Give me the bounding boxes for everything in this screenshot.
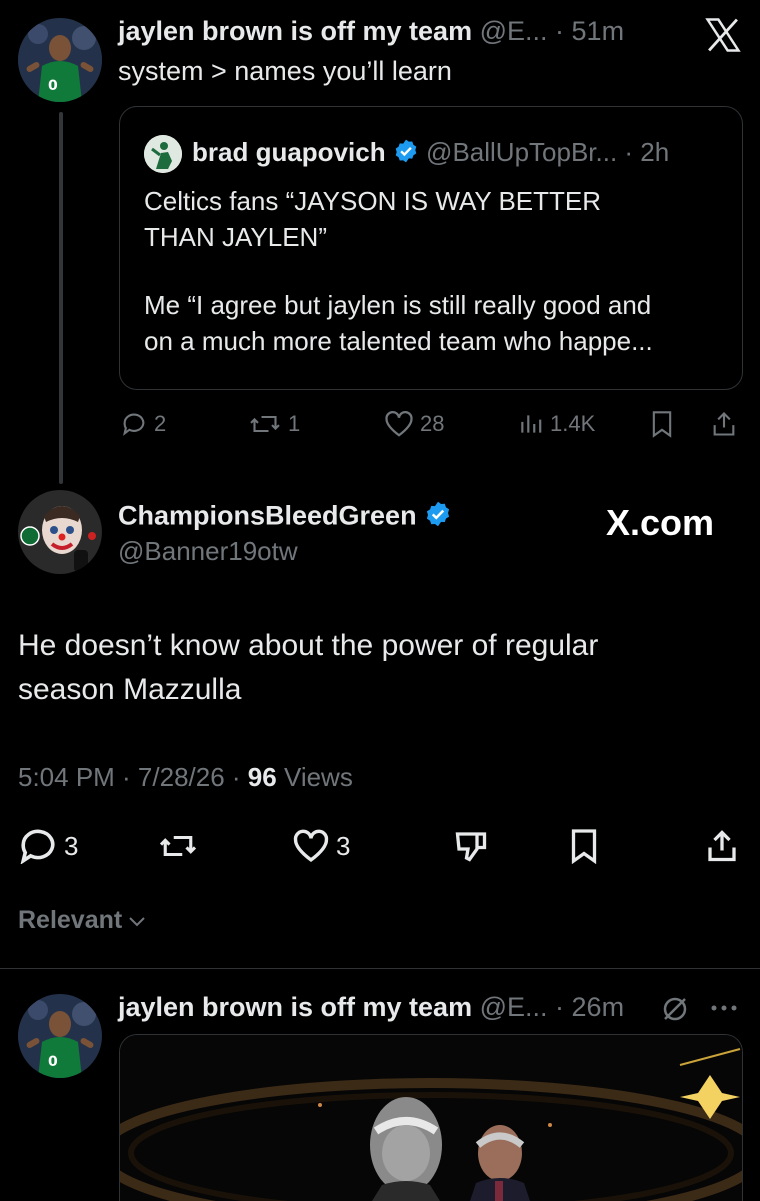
quote-text-line: on a much more talented team who happe..…	[144, 326, 653, 356]
views-count: 96	[247, 762, 277, 792]
repost-button[interactable]: 1	[248, 410, 300, 438]
author-handle[interactable]: @E...	[480, 16, 548, 46]
views-count: 1.4K	[550, 411, 596, 436]
bookmark-icon	[650, 410, 674, 438]
author-handle[interactable]: @E...	[480, 992, 548, 1022]
author-name[interactable]: ChampionsBleedGreen	[118, 500, 452, 535]
media-video[interactable]	[119, 1034, 743, 1201]
svg-text:0: 0	[48, 1054, 58, 1070]
author-handle[interactable]: @Banner19otw	[118, 536, 298, 567]
post-text-line: season Mazzulla	[18, 673, 242, 706]
bookmark-button[interactable]	[568, 828, 600, 864]
heart-icon	[384, 410, 414, 438]
author-name[interactable]: jaylen brown is off my team	[118, 16, 472, 46]
reply-icon	[120, 410, 148, 438]
reply-icon	[18, 828, 58, 864]
post-text: He doesn’t know about the power of regul…	[18, 624, 598, 712]
thread-line	[59, 112, 63, 484]
edited-icon	[660, 994, 690, 1029]
verified-badge-icon	[393, 138, 419, 171]
quote-avatar	[144, 135, 182, 173]
post-text: system > names you’ll learn	[118, 56, 452, 86]
views-button[interactable]: 1.4K	[518, 411, 595, 437]
repost-count: 1	[288, 411, 301, 436]
thumbs-down-icon	[452, 828, 490, 864]
bookmark-button[interactable]	[650, 410, 674, 438]
sort-label: Relevant	[18, 906, 123, 934]
verified-badge-icon	[424, 500, 452, 535]
like-count: 28	[420, 411, 445, 436]
reply-count: 3	[64, 830, 79, 861]
avatar[interactable]	[18, 490, 102, 574]
share-icon	[710, 410, 738, 438]
reply-count: 2	[154, 411, 167, 436]
quote-card[interactable]: brad guapovich @BallUpTopBr... · 2h Celt…	[119, 106, 743, 390]
quote-text-line: Celtics fans “JAYSON IS WAY BETTER	[144, 186, 602, 216]
divider	[0, 968, 760, 969]
xcom-watermark: X.com	[606, 502, 715, 543]
sort-dropdown[interactable]: Relevant	[18, 906, 146, 935]
quote-author-name: brad guapovich	[192, 137, 386, 167]
heart-icon	[292, 829, 330, 863]
post-header: jaylen brown is off my team @E... · 26m	[118, 992, 625, 1022]
quote-time: 2h	[640, 137, 670, 167]
post-header: jaylen brown is off my team @E... · 51m	[118, 16, 625, 46]
x-logo-icon	[704, 18, 742, 57]
more-options-icon[interactable]	[708, 996, 740, 1025]
reply-button[interactable]: 3	[18, 828, 78, 864]
repost-icon	[158, 829, 198, 863]
reply-button[interactable]: 2	[120, 410, 166, 438]
share-button[interactable]	[710, 410, 738, 438]
quote-text-line: Me “I agree but jaylen is still really g…	[144, 290, 652, 320]
post-text-line: He doesn’t know about the power of regul…	[18, 629, 599, 662]
bookmark-icon	[568, 828, 600, 864]
svg-text:0: 0	[48, 78, 58, 94]
share-icon	[704, 828, 740, 864]
post-time[interactable]: 51m	[572, 16, 625, 46]
avatar[interactable]: 0	[18, 994, 102, 1078]
post-actions: 2 1 28 1.4K	[120, 406, 742, 442]
avatar[interactable]: 0	[18, 18, 102, 102]
share-button[interactable]	[704, 828, 740, 864]
author-name[interactable]: jaylen brown is off my team	[118, 992, 472, 1022]
repost-icon	[248, 410, 282, 438]
post-timestamp[interactable]: 5:04 PM · 7/28/26 ·	[18, 762, 248, 792]
chevron-down-icon	[128, 906, 146, 935]
post-meta: 5:04 PM · 7/28/26 · 96 Views	[18, 762, 353, 793]
post-time[interactable]: 26m	[572, 992, 625, 1022]
repost-button[interactable]	[158, 829, 198, 863]
dislike-button[interactable]	[452, 828, 490, 864]
like-button[interactable]: 3	[292, 829, 350, 863]
author-name-text: ChampionsBleedGreen	[118, 500, 417, 531]
quote-author-handle: @BallUpTopBr...	[426, 137, 618, 167]
views-chart-icon	[518, 411, 544, 437]
quote-text-line: THAN JAYLEN”	[144, 222, 327, 252]
post-actions: 3 3	[18, 826, 742, 866]
quote-text: Celtics fans “JAYSON IS WAY BETTER THAN …	[144, 183, 734, 359]
like-count: 3	[336, 830, 351, 861]
views-label: Views	[276, 762, 353, 792]
like-button[interactable]: 28	[384, 410, 444, 438]
quote-header: brad guapovich @BallUpTopBr... · 2h	[192, 137, 669, 171]
